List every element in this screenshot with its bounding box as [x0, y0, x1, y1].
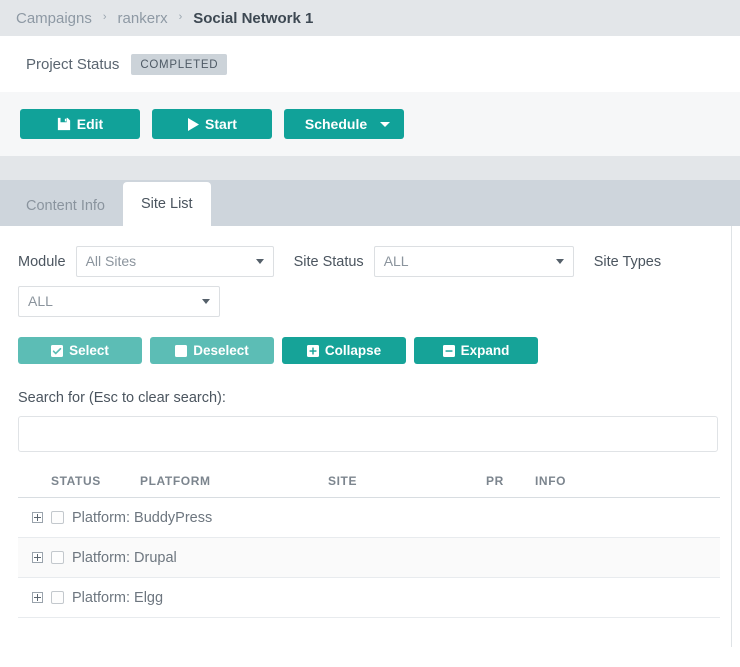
module-select-value: All Sites — [85, 253, 137, 269]
selection-toolbar: Select Deselect Collapse Expand — [18, 337, 713, 364]
empty-box-icon — [175, 344, 188, 357]
tab-site-list[interactable]: Site List — [123, 182, 211, 226]
site-types-select[interactable]: ALL — [18, 286, 220, 317]
section-divider — [0, 156, 740, 180]
plus-square-icon — [306, 344, 319, 357]
schedule-button-label: Schedule — [304, 116, 368, 132]
breadcrumb-item-current: Social Network 1 — [193, 9, 314, 27]
start-button-label: Start — [205, 116, 237, 132]
expand-row-icon[interactable] — [32, 592, 43, 603]
breadcrumb-separator: › — [178, 11, 183, 23]
search-input[interactable] — [18, 416, 718, 452]
expand-row-icon[interactable] — [32, 552, 43, 563]
site-types-label: Site Types — [593, 253, 662, 270]
column-header-platform: PLATFORM — [140, 474, 211, 488]
status-badge: COMPLETED — [131, 53, 228, 75]
collapse-all-button[interactable]: Collapse — [282, 337, 406, 364]
chevron-down-icon — [380, 121, 390, 127]
table-row[interactable]: Platform: Elgg — [18, 578, 720, 618]
table-row-label: Platform: Drupal — [72, 549, 177, 566]
edit-button-label: Edit — [76, 116, 104, 132]
filter-row-secondary: ALL — [18, 286, 713, 317]
deselect-all-button-label: Deselect — [193, 343, 249, 358]
table-row-label: Platform: BuddyPress — [72, 509, 213, 526]
site-list-panel: Module All Sites Site Status ALL Site Ty… — [0, 226, 732, 647]
tab-content-info-label: Content Info — [26, 198, 105, 214]
start-button[interactable]: Start — [152, 109, 272, 139]
breadcrumb-item-campaigns[interactable]: Campaigns — [16, 10, 92, 27]
project-status-label: Project Status — [26, 55, 120, 73]
chevron-down-icon — [255, 259, 264, 264]
breadcrumb-item-rankerx[interactable]: rankerx — [118, 10, 168, 27]
table-row[interactable]: Platform: Drupal — [18, 538, 720, 578]
row-checkbox[interactable] — [51, 511, 64, 524]
table-row-label: Platform: Elgg — [72, 589, 164, 606]
schedule-dropdown-button[interactable]: Schedule — [284, 109, 404, 139]
app-page: Campaigns › rankerx › Social Network 1 P… — [0, 0, 740, 667]
play-icon — [187, 117, 200, 131]
select-all-button[interactable]: Select — [18, 337, 142, 364]
expand-all-button[interactable]: Expand — [414, 337, 538, 364]
checked-box-icon — [51, 344, 64, 357]
row-checkbox[interactable] — [51, 551, 64, 564]
expand-all-button-label: Expand — [460, 343, 510, 358]
tab-site-list-label: Site List — [141, 196, 193, 212]
module-select[interactable]: All Sites — [75, 246, 274, 277]
collapse-all-button-label: Collapse — [324, 343, 382, 358]
chevron-down-icon — [555, 259, 564, 264]
edit-button[interactable]: Edit — [20, 109, 140, 139]
chevron-down-icon — [202, 299, 210, 304]
column-header-pr: PR — [486, 474, 504, 488]
filter-row-primary: Module All Sites Site Status ALL Site Ty… — [18, 246, 713, 277]
row-checkbox[interactable] — [51, 591, 64, 604]
site-status-label: Site Status — [293, 253, 364, 270]
site-status-select-value: ALL — [383, 253, 409, 269]
column-header-status: STATUS — [51, 474, 101, 488]
action-toolbar: Edit Start Schedule — [0, 92, 740, 156]
column-header-site: SITE — [328, 474, 358, 488]
project-status-bar: Project Status COMPLETED — [0, 36, 740, 92]
select-all-button-label: Select — [69, 343, 109, 358]
table-header-row: STATUS PLATFORM SITE PR INFO — [18, 474, 720, 498]
breadcrumb-separator: › — [102, 11, 107, 23]
site-list-table: STATUS PLATFORM SITE PR INFO Platform: B… — [18, 474, 720, 618]
breadcrumb: Campaigns › rankerx › Social Network 1 — [0, 0, 740, 36]
minus-square-icon — [442, 344, 455, 357]
module-label: Module — [18, 253, 66, 270]
tab-content-info[interactable]: Content Info — [8, 186, 123, 226]
column-header-info: INFO — [535, 474, 567, 488]
site-types-select-value: ALL — [28, 293, 53, 309]
tab-bar: Content Info Site List — [0, 180, 740, 226]
expand-row-icon[interactable] — [32, 512, 43, 523]
save-icon — [57, 117, 71, 131]
site-status-select[interactable]: ALL — [373, 246, 574, 277]
deselect-all-button[interactable]: Deselect — [150, 337, 274, 364]
search-label: Search for (Esc to clear search): — [18, 390, 226, 406]
table-row[interactable]: Platform: BuddyPress — [18, 498, 720, 538]
